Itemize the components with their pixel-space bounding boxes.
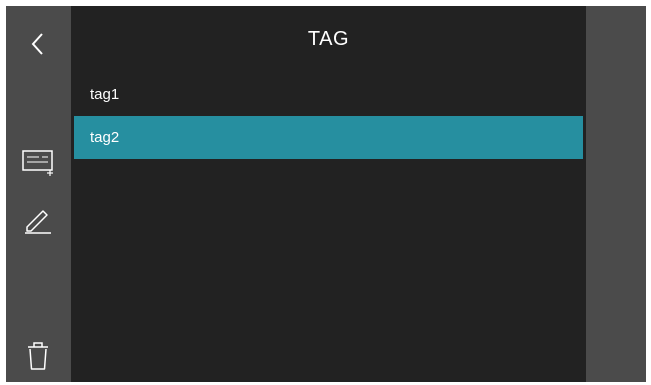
- tag-screen: TAG tag1 tag2: [6, 6, 646, 382]
- edit-tag-button[interactable]: [18, 202, 58, 238]
- tag-item-tag2[interactable]: tag2: [74, 116, 583, 159]
- tag-item-tag1[interactable]: tag1: [74, 73, 583, 116]
- tag-list: tag1 tag2: [74, 73, 583, 159]
- tag-label: tag2: [90, 129, 120, 146]
- back-button[interactable]: [18, 26, 58, 62]
- chevron-left-icon: [31, 33, 43, 55]
- left-toolbar: [6, 6, 71, 382]
- right-panel: [586, 6, 646, 382]
- tag-label: tag1: [90, 86, 120, 103]
- pencil-icon: [25, 210, 51, 234]
- add-tag-button[interactable]: [18, 143, 58, 179]
- page-title: TAG: [307, 28, 350, 50]
- trash-icon: [28, 342, 48, 370]
- add-tag-icon: [22, 150, 53, 176]
- delete-tag-button[interactable]: [18, 338, 58, 374]
